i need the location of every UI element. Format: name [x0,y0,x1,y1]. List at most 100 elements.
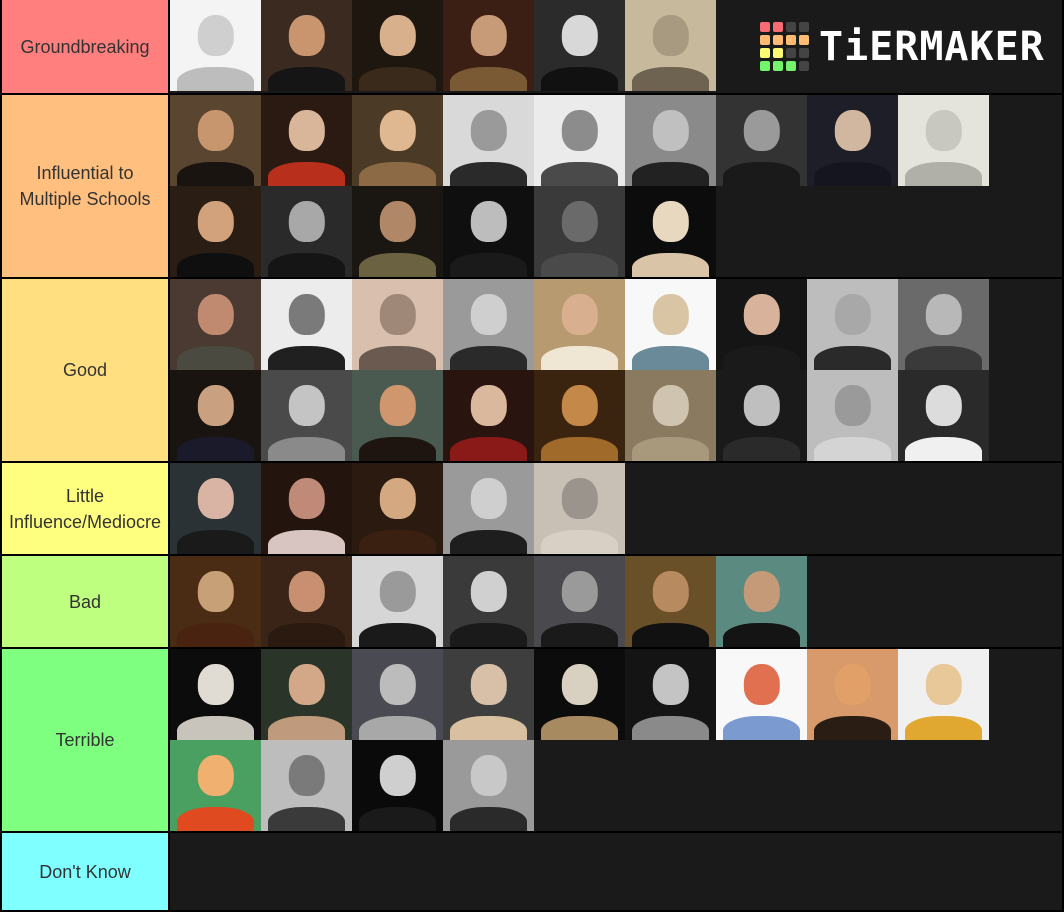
portrait-body [450,162,527,186]
tier-items[interactable] [170,463,1062,554]
philosopher-portrait[interactable] [352,463,443,554]
philosopher-portrait[interactable] [807,649,898,740]
philosopher-portrait[interactable] [716,279,807,370]
philosopher-portrait[interactable] [898,649,989,740]
portrait-body [177,716,254,740]
portrait-head [925,384,962,427]
philosopher-portrait[interactable] [170,370,261,461]
philosopher-portrait[interactable] [443,740,534,831]
portrait-head [652,663,689,706]
philosopher-portrait[interactable] [170,463,261,554]
philosopher-portrait[interactable] [534,279,625,370]
portrait-body [359,530,436,554]
philosopher-portrait[interactable] [170,95,261,186]
philosopher-portrait[interactable] [352,279,443,370]
philosopher-portrait[interactable] [625,95,716,186]
philosopher-portrait[interactable] [261,649,352,740]
philosopher-portrait[interactable] [443,370,534,461]
philosopher-portrait[interactable] [534,649,625,740]
philosopher-portrait[interactable] [443,95,534,186]
portrait-body [268,67,345,91]
tier-label[interactable]: Bad [2,556,170,647]
philosopher-portrait[interactable] [443,556,534,647]
portrait-head [743,570,780,613]
portrait-head [288,109,325,152]
philosopher-portrait[interactable] [170,649,261,740]
philosopher-portrait[interactable] [807,95,898,186]
philosopher-portrait[interactable] [534,556,625,647]
tier-label[interactable]: Little Influence/Mediocre [2,463,170,554]
philosopher-portrait[interactable] [352,649,443,740]
philosopher-portrait[interactable] [352,556,443,647]
tier-label[interactable]: Good [2,279,170,461]
portrait-head [652,293,689,336]
portrait-head [470,663,507,706]
portrait-head [288,570,325,613]
philosopher-portrait[interactable] [534,186,625,277]
philosopher-portrait[interactable] [352,370,443,461]
portrait-body [632,162,709,186]
portrait-body [814,716,891,740]
philosopher-portrait[interactable] [443,0,534,91]
philosopher-portrait[interactable] [261,370,352,461]
philosopher-portrait[interactable] [443,463,534,554]
philosopher-portrait[interactable] [898,95,989,186]
philosopher-portrait[interactable] [625,0,716,91]
philosopher-portrait[interactable] [443,186,534,277]
philosopher-portrait[interactable] [170,186,261,277]
philosopher-portrait[interactable] [625,649,716,740]
philosopher-portrait[interactable] [170,556,261,647]
philosopher-portrait[interactable] [352,186,443,277]
philosopher-portrait[interactable] [352,740,443,831]
tier-label[interactable]: Don't Know [2,833,170,910]
philosopher-portrait[interactable] [625,186,716,277]
tier-label[interactable]: Terrible [2,649,170,831]
philosopher-portrait[interactable] [443,649,534,740]
philosopher-portrait[interactable] [170,279,261,370]
philosopher-portrait[interactable] [170,0,261,91]
tier-items[interactable] [170,279,1062,461]
philosopher-portrait[interactable] [534,370,625,461]
tier-items[interactable] [170,95,1062,277]
philosopher-portrait[interactable] [625,556,716,647]
philosopher-portrait[interactable] [534,95,625,186]
philosopher-portrait[interactable] [261,463,352,554]
philosopher-portrait[interactable] [534,0,625,91]
philosopher-portrait[interactable] [898,279,989,370]
tiermaker-grid-icon [760,22,809,71]
philosopher-portrait[interactable] [352,0,443,91]
portrait-body [268,623,345,647]
portrait-head [288,477,325,520]
philosopher-portrait[interactable] [807,370,898,461]
tier-items[interactable] [170,649,1062,831]
philosopher-portrait[interactable] [352,95,443,186]
philosopher-portrait[interactable] [261,95,352,186]
tier-label[interactable]: Groundbreaking [2,0,170,93]
portrait-head [470,109,507,152]
philosopher-portrait[interactable] [625,370,716,461]
portrait-head [470,754,507,797]
philosopher-portrait[interactable] [170,740,261,831]
portrait-head [561,384,598,427]
portrait-body [814,437,891,461]
philosopher-portrait[interactable] [716,95,807,186]
tier-items[interactable] [170,833,1062,910]
philosopher-portrait[interactable] [261,186,352,277]
philosopher-portrait[interactable] [716,370,807,461]
philosopher-portrait[interactable] [261,279,352,370]
portrait-head [288,663,325,706]
philosopher-portrait[interactable] [534,463,625,554]
philosopher-portrait[interactable] [261,556,352,647]
philosopher-portrait[interactable] [898,370,989,461]
tier-label[interactable]: Influential to Multiple Schools [2,95,170,277]
portrait-head [834,384,871,427]
portrait-head [379,384,416,427]
philosopher-portrait[interactable] [807,279,898,370]
philosopher-portrait[interactable] [261,740,352,831]
philosopher-portrait[interactable] [261,0,352,91]
philosopher-portrait[interactable] [716,649,807,740]
tier-items[interactable] [170,556,1062,647]
philosopher-portrait[interactable] [716,556,807,647]
philosopher-portrait[interactable] [443,279,534,370]
philosopher-portrait[interactable] [625,279,716,370]
